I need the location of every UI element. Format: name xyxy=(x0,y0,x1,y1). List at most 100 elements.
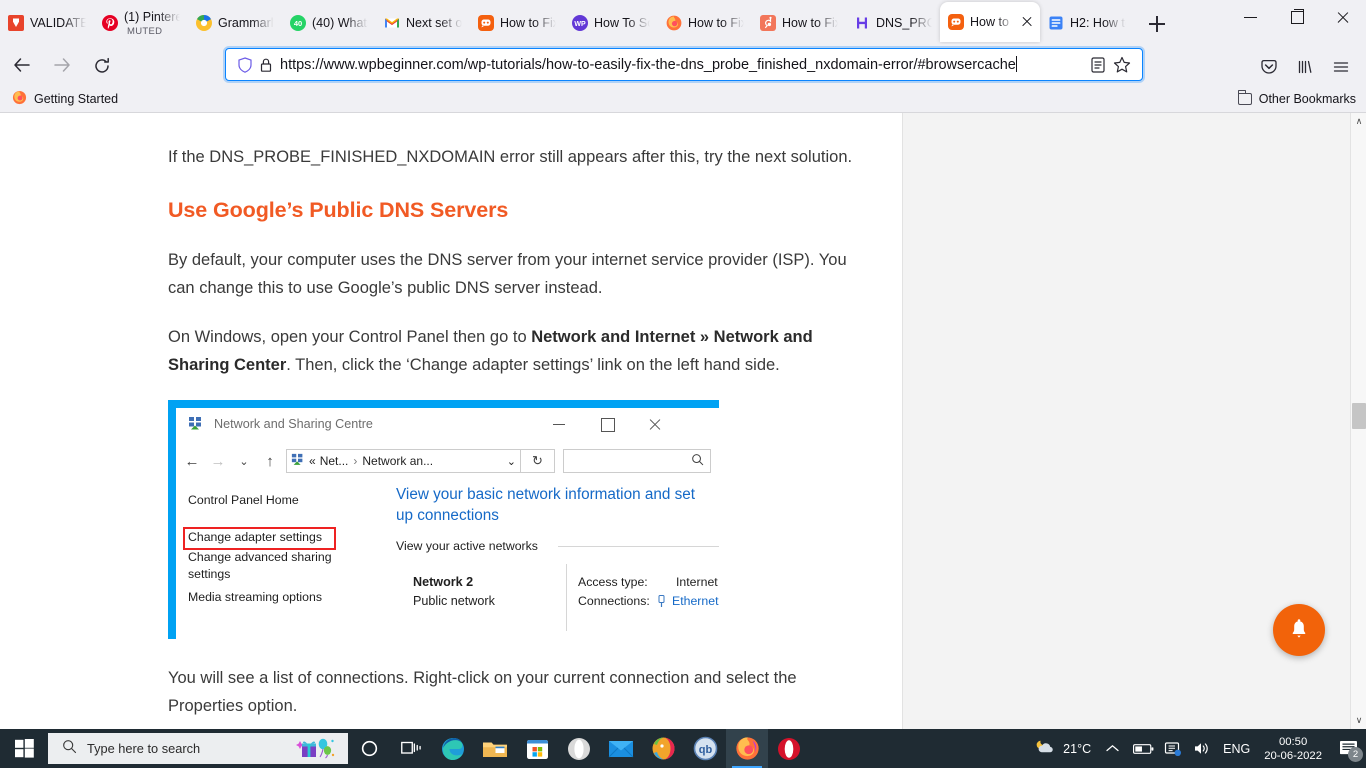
tab-label: How to Fix xyxy=(688,16,744,30)
section-heading: Use Google’s Public DNS Servers xyxy=(168,198,509,222)
sidebar-item-control-panel-home: Control Panel Home xyxy=(188,493,299,507)
paragraph-3-pre: On Windows, open your Control Panel then… xyxy=(168,328,532,346)
tab-label: Next set of xyxy=(406,16,462,30)
file-explorer-icon[interactable] xyxy=(474,729,516,768)
volume-icon[interactable] xyxy=(1187,729,1217,768)
other-bookmarks-button[interactable]: Other Bookmarks xyxy=(1237,90,1356,106)
access-type-value: Internet xyxy=(676,575,718,589)
docs-favicon xyxy=(1048,15,1064,31)
maxthon-icon[interactable] xyxy=(642,729,684,768)
minimize-button[interactable] xyxy=(1228,0,1274,34)
weather-widget[interactable]: 21°C xyxy=(1027,729,1097,768)
tab-label: H2: How to xyxy=(1070,16,1126,30)
system-tray: 21°C ENG 00:50 20-06-2022 2 xyxy=(1027,729,1366,768)
bookmark-getting-started[interactable]: Getting Started xyxy=(6,88,124,110)
site-security-lock-icon[interactable] xyxy=(256,55,276,75)
pocket-icon[interactable] xyxy=(1252,50,1286,80)
microsoft-store-icon[interactable] xyxy=(516,729,558,768)
other-bookmarks-label: Other Bookmarks xyxy=(1258,92,1356,106)
maximize-button[interactable] xyxy=(1274,0,1320,34)
scroll-down-arrow-icon[interactable]: ∨ xyxy=(1351,712,1366,729)
address-bar[interactable]: https://www.wpbeginner.com/wp-tutorials/… xyxy=(225,48,1143,81)
paragraph-4-line-1: You will see a list of connections. Righ… xyxy=(168,669,797,687)
opera-gx-icon[interactable] xyxy=(768,729,810,768)
firefox-icon[interactable] xyxy=(726,729,768,768)
scrollbar-thumb[interactable] xyxy=(1352,403,1366,429)
screenshot-forward-arrow-icon: → xyxy=(210,452,226,470)
forward-button[interactable] xyxy=(46,50,80,80)
opera-icon[interactable] xyxy=(558,729,600,768)
text-caret xyxy=(1015,56,1017,72)
breadcrumb-item-2: Network an... xyxy=(362,454,434,468)
library-icon[interactable] xyxy=(1288,50,1322,80)
paragraph-3-bold-2: Sharing Center xyxy=(168,356,287,374)
page-viewport: If the DNS_PROBE_FINISHED_NXDOMAIN error… xyxy=(0,113,1366,729)
back-button[interactable] xyxy=(6,50,40,80)
breadcrumb-separator: › xyxy=(353,454,358,468)
bookmark-label: Getting Started xyxy=(34,92,119,106)
browser-tab[interactable]: How to Fix xyxy=(470,4,564,42)
svg-text:qb: qb xyxy=(698,744,712,756)
network-icon[interactable] xyxy=(1159,729,1187,768)
microsoft-edge-icon[interactable] xyxy=(432,729,474,768)
paragraph-4: You will see a list of connections. Righ… xyxy=(168,664,868,720)
start-button[interactable] xyxy=(0,729,48,768)
close-button[interactable] xyxy=(1320,0,1366,34)
action-center-button[interactable]: 2 xyxy=(1330,729,1366,768)
browser-tab[interactable]: How to Fix xyxy=(658,4,752,42)
paragraph-3: On Windows, open your Control Panel then… xyxy=(168,323,828,379)
screenshot-left-accent xyxy=(168,400,176,639)
gmail-favicon xyxy=(384,15,400,31)
tab-close-icon[interactable] xyxy=(1020,15,1032,29)
taskbar-search-box[interactable]: Type here to search xyxy=(48,733,348,764)
tab-label: DNS_PROBE xyxy=(876,16,932,30)
battery-icon[interactable] xyxy=(1128,729,1159,768)
qbittorrent-icon[interactable]: qb xyxy=(684,729,726,768)
reload-button[interactable] xyxy=(86,50,120,80)
browser-tab[interactable]: Grammarly xyxy=(188,4,282,42)
input-language[interactable]: ENG xyxy=(1217,729,1256,768)
paragraph-1: If the DNS_PROBE_FINISHED_NXDOMAIN error… xyxy=(168,148,853,166)
whatsapp-favicon: 40 xyxy=(290,15,306,31)
browser-tab[interactable]: WP How To Solve xyxy=(564,4,658,42)
tab-strip: VALIDATE (1) Pinterest MUTED Grammarly 40 (40… xyxy=(0,0,1366,44)
tab-label: How to Fix xyxy=(782,16,838,30)
control-panel-section-label: View your active networks xyxy=(396,539,538,553)
url-value: https://www.wpbeginner.com/wp-tutorials/… xyxy=(280,57,1016,73)
connections-value: Ethernet xyxy=(672,594,719,608)
browser-tab[interactable]: H2: How to xyxy=(1040,4,1134,42)
browser-tab[interactable]: VALIDATE xyxy=(0,4,94,42)
task-view-icon[interactable] xyxy=(390,729,432,768)
scroll-up-arrow-icon[interactable]: ∧ xyxy=(1351,113,1366,130)
cortana-icon[interactable] xyxy=(348,729,390,768)
wpbeginner-favicon xyxy=(948,14,964,30)
screenshot-refresh-button: ↻ xyxy=(521,449,555,473)
new-tab-button[interactable] xyxy=(1140,7,1174,41)
bookmark-star-icon[interactable] xyxy=(1110,53,1134,77)
browser-tab[interactable]: How to Fix xyxy=(752,4,846,42)
windows-taskbar: Type here to search qb 21°C ENG 00:50 20… xyxy=(0,729,1366,768)
screenshot-minimize-button xyxy=(538,408,584,440)
browser-tab[interactable]: 40 (40) WhatsApp xyxy=(282,4,376,42)
url-text[interactable]: https://www.wpbeginner.com/wp-tutorials/… xyxy=(280,56,1086,73)
browser-tab[interactable]: (1) Pinterest MUTED xyxy=(94,4,188,42)
sidebar-item-media-streaming-options: Media streaming options xyxy=(188,590,322,604)
folder-icon xyxy=(1237,90,1252,105)
sidebar-item-change-advanced-sharing-settings: Change advanced sharing settings xyxy=(188,550,332,581)
tracking-protection-shield-icon[interactable] xyxy=(234,55,256,75)
grammarly-favicon xyxy=(196,14,212,31)
gift-balloons-icon[interactable] xyxy=(296,737,338,766)
browser-tab[interactable]: DNS_PROBE xyxy=(846,4,940,42)
browser-tab[interactable]: How to xyxy=(940,2,1040,42)
search-icon xyxy=(62,739,77,759)
clock[interactable]: 00:50 20-06-2022 xyxy=(1256,735,1330,763)
mail-icon[interactable] xyxy=(600,729,642,768)
app-menu-icon[interactable] xyxy=(1324,50,1358,80)
pinterest-favicon xyxy=(102,15,118,31)
show-hidden-icons-button[interactable] xyxy=(1097,729,1128,768)
browser-tab[interactable]: Next set of xyxy=(376,4,470,42)
reader-view-icon[interactable] xyxy=(1086,53,1110,77)
page-scrollbar[interactable]: ∧ ∨ xyxy=(1350,113,1366,729)
screenshot-close-button xyxy=(632,408,678,440)
notification-bell-button[interactable] xyxy=(1273,604,1325,656)
